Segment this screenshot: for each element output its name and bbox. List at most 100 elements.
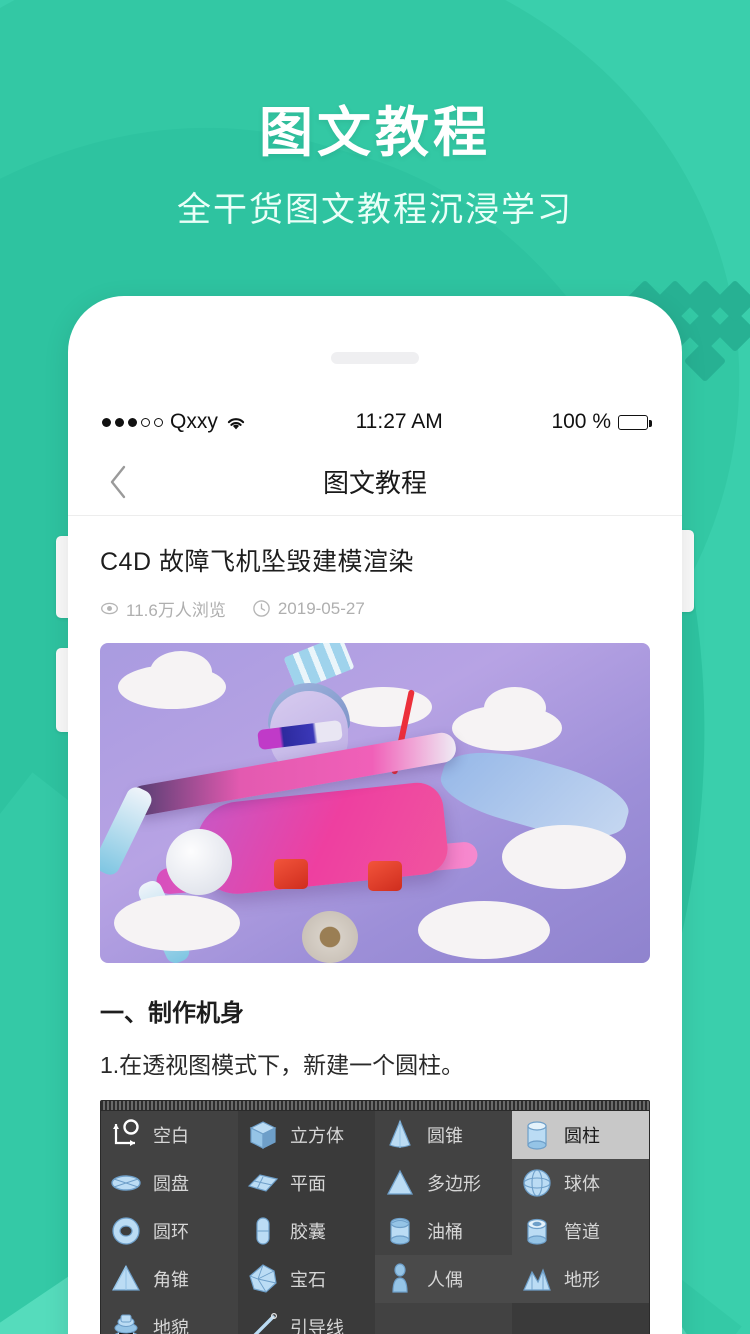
status-bar-clock: 11:27 AM [355, 410, 443, 433]
c4d-item-圆盘[interactable]: 圆盘 [101, 1159, 238, 1207]
view-count: 11.6万人浏览 [100, 596, 226, 621]
guide-line-icon [246, 1310, 280, 1334]
c4d-item-平面[interactable]: 平面 [238, 1159, 375, 1207]
gem-icon [249, 1264, 277, 1293]
app-nav-bar: 图文教程 [68, 448, 682, 516]
c4d-item-label: 圆柱 [564, 1126, 600, 1146]
chevron-left-icon [110, 465, 126, 498]
c4d-item-油桶[interactable]: 油桶 [375, 1207, 512, 1255]
polygon-icon [386, 1169, 414, 1195]
cone-icon [383, 1118, 417, 1152]
article-title: C4D 故障飞机坠毁建模渲染 [100, 548, 414, 576]
c4d-item-角锥[interactable]: 角锥 [101, 1255, 238, 1303]
c4d-column-2: 立方体平面胶囊宝石引导线 [238, 1111, 375, 1334]
tube-icon [527, 1218, 547, 1245]
article-container: C4D 故障飞机坠毁建模渲染 11.6万人浏览 2019-05-27 一、制作机… [68, 516, 682, 1334]
sphere-icon [523, 1169, 551, 1197]
c4d-item-管道[interactable]: 管道 [512, 1207, 649, 1255]
c4d-item-空白[interactable]: 空白 [101, 1111, 238, 1159]
c4d-item-胶囊[interactable]: 胶囊 [238, 1207, 375, 1255]
c4d-primitive-grid: 空白 圆盘 圆环 角锥 地貌 立方体 平面 胶囊 宝石 引导线 圆锥 多边形 油桶 人偶 圆柱 球体 管道 地形 [101, 1111, 649, 1334]
pyramid-icon [111, 1264, 141, 1291]
c4d-item-label: 多边形 [427, 1174, 481, 1194]
torus-icon [109, 1214, 143, 1248]
view-count-label: 11.6万人浏览 [126, 601, 226, 620]
c4d-item-label: 胶囊 [290, 1222, 326, 1242]
c4d-item-label: 圆环 [153, 1222, 189, 1242]
oil-tank-icon [390, 1217, 410, 1245]
c4d-item-label: 引导线 [290, 1318, 344, 1334]
landscape-icon [109, 1310, 143, 1334]
status-bar: Qxxy 11:27 AM 100 % [68, 400, 682, 444]
polygon-icon [383, 1166, 417, 1200]
c4d-item-label: 圆锥 [427, 1126, 463, 1146]
capsule-icon [256, 1217, 270, 1245]
c4d-item-地貌[interactable]: 地貌 [101, 1303, 238, 1334]
c4d-column-3: 圆锥 多边形 油桶 人偶 [375, 1111, 512, 1334]
figure-icon [392, 1263, 408, 1293]
phone-mockup: Qxxy 11:27 AM 100 % 图文教程 C4D 故障飞机坠毁建模渲染 … [68, 296, 682, 1334]
promo-screenshot: 图文教程 全干货图文教程沉浸学习 Qxxy 11:27 AM 100 % 图文教… [0, 0, 750, 1334]
eye-icon [101, 602, 118, 615]
c4d-item-引导线[interactable]: 引导线 [238, 1303, 375, 1334]
plane-icon [246, 1166, 280, 1200]
c4d-item-label: 空白 [153, 1126, 189, 1146]
sphere-icon [520, 1166, 554, 1200]
oil-tank-icon [383, 1214, 417, 1248]
gem-icon [246, 1262, 280, 1296]
pyramid-icon [109, 1262, 143, 1296]
c4d-item-label: 圆盘 [153, 1174, 189, 1194]
wifi-icon [225, 414, 247, 430]
cone-icon [389, 1119, 411, 1148]
c4d-item-圆锥[interactable]: 圆锥 [375, 1111, 512, 1159]
c4d-item-label: 管道 [564, 1222, 600, 1242]
status-bar-right: 100 % [551, 410, 652, 434]
article-meta: 11.6万人浏览 2019-05-27 [100, 596, 650, 621]
disc-icon [111, 1175, 141, 1191]
article-hero-image [100, 643, 650, 963]
landscape-icon [114, 1314, 138, 1334]
battery-icon [618, 414, 652, 430]
axis-null-icon [109, 1118, 143, 1152]
battery-percent-label: 100 % [551, 410, 611, 433]
cube-icon [249, 1121, 277, 1149]
plane-icon [247, 1174, 279, 1192]
publish-date-label: 2019-05-27 [277, 598, 365, 618]
c4d-item-立方体[interactable]: 立方体 [238, 1111, 375, 1159]
disc-icon [109, 1166, 143, 1200]
publish-date: 2019-05-27 [252, 599, 365, 619]
tube-icon [520, 1214, 554, 1248]
c4d-item-宝石[interactable]: 宝石 [238, 1255, 375, 1303]
panel-drag-handle[interactable] [101, 1101, 649, 1111]
phone-earpiece-speaker [331, 352, 419, 364]
axis-null-icon [113, 1119, 139, 1146]
step-text: 1.在透视图模式下，新建一个圆柱。 [100, 1052, 465, 1078]
guide-line-icon [253, 1312, 278, 1334]
c4d-item-label: 地形 [564, 1270, 600, 1290]
c4d-item-label: 地貌 [153, 1318, 189, 1334]
c4d-item-球体[interactable]: 球体 [512, 1159, 649, 1207]
c4d-item-label: 人偶 [427, 1270, 463, 1290]
c4d-item-人偶[interactable]: 人偶 [375, 1255, 512, 1303]
c4d-item-label: 油桶 [427, 1222, 463, 1242]
status-bar-left: Qxxy [102, 410, 247, 434]
back-button[interactable] [94, 458, 142, 506]
clock-icon [253, 600, 270, 617]
figure-icon [383, 1262, 417, 1296]
signal-strength-icon [102, 417, 163, 427]
c4d-item-label: 球体 [564, 1174, 600, 1194]
c4d-item-圆柱[interactable]: 圆柱 [512, 1111, 649, 1159]
promo-subheadline: 全干货图文教程沉浸学习 [177, 191, 573, 229]
terrain-icon [520, 1262, 554, 1296]
c4d-item-label: 宝石 [290, 1270, 326, 1290]
c4d-column-1: 空白圆盘圆环角锥地貌 [101, 1111, 238, 1334]
c4d-item-多边形[interactable]: 多边形 [375, 1159, 512, 1207]
c4d-item-label: 角锥 [153, 1270, 189, 1290]
c4d-item-地形[interactable]: 地形 [512, 1255, 649, 1303]
c4d-item-label: 立方体 [290, 1126, 344, 1146]
cylinder-icon [520, 1118, 554, 1152]
cylinder-icon [527, 1121, 547, 1150]
cube-icon [246, 1118, 280, 1152]
c4d-primitives-panel: 空白 圆盘 圆环 角锥 地貌 立方体 平面 胶囊 宝石 引导线 圆锥 多边形 油桶 人偶 圆柱 球体 管道 地形 [100, 1100, 650, 1334]
c4d-item-圆环[interactable]: 圆环 [101, 1207, 238, 1255]
